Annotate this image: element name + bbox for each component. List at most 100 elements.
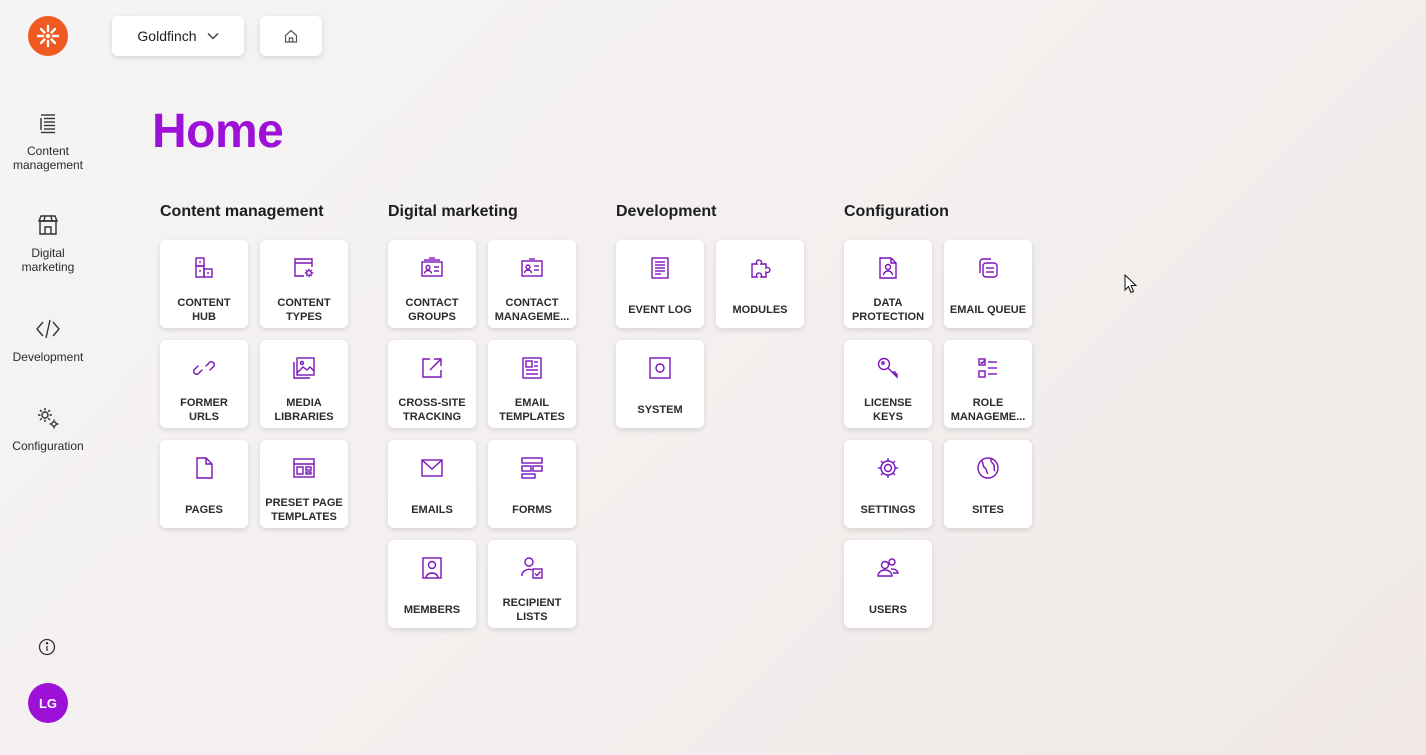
tile-data-protection[interactable]: DATA PROTECTION [844, 240, 932, 328]
tile-cross-site-tracking[interactable]: CROSS-SITE TRACKING [388, 340, 476, 428]
puzzle-icon [751, 259, 771, 278]
sidebar-item-content-management[interactable]: Content management [0, 110, 96, 172]
home-icon [284, 29, 298, 43]
page-icon [196, 457, 213, 479]
tile-event-log[interactable]: EVENT LOG [616, 240, 704, 328]
tile-label: SYSTEM [637, 404, 683, 416]
tile-label: MANAGEME... [494, 311, 570, 323]
tile-contact-groups[interactable]: CONTACT GROUPS [388, 240, 476, 328]
newsletter-icon [522, 357, 542, 379]
tile-label: EMAIL [514, 397, 550, 409]
tile-media-libraries[interactable]: MEDIA LIBRARIES [260, 340, 348, 428]
role-checklist-icon [978, 358, 997, 378]
contact-groups-icon [421, 257, 443, 277]
sidebar-item-development[interactable]: Development [0, 316, 96, 364]
tile-sites[interactable]: SITES [944, 440, 1032, 528]
info-button[interactable] [37, 637, 57, 657]
tile-settings[interactable]: SETTINGS [844, 440, 932, 528]
key-icon [877, 357, 898, 379]
tile-label: CROSS-SITE [398, 397, 466, 409]
tile-email-templates[interactable]: EMAIL TEMPLATES [488, 340, 576, 428]
tile-label: SETTINGS [860, 504, 916, 516]
envelope-icon [421, 459, 443, 477]
section-title: Development [616, 203, 717, 220]
tile-license-keys[interactable]: LICENSE KEYS [844, 340, 932, 428]
sidebar-item-label: Development [12, 350, 84, 364]
section-title: Digital marketing [388, 203, 518, 220]
section-title: Configuration [844, 203, 949, 220]
tile-label: KEYS [873, 411, 903, 423]
tile-preset-page-templates[interactable]: PRESET PAGE TEMPLATES [260, 440, 348, 528]
tile-label: EMAILS [411, 504, 453, 516]
site-selector-dropdown[interactable]: Goldfinch [112, 16, 244, 56]
tile-label: PAGES [185, 504, 223, 516]
tile-forms[interactable]: FORMS [488, 440, 576, 528]
site-selector-value: Goldfinch [137, 28, 197, 44]
tile-label: FORMS [512, 504, 552, 516]
app-root: Content management Digital marketing Dev… [0, 0, 1426, 755]
tile-emails[interactable]: EMAILS [388, 440, 476, 528]
tile-former-urls[interactable]: FORMER URLS [160, 340, 248, 428]
tile-contact-management[interactable]: CONTACT MANAGEME... [488, 240, 576, 328]
tile-label: DATA [873, 297, 903, 309]
tile-members[interactable]: MEMBERS [388, 540, 476, 628]
sidebar-item-configuration[interactable]: Configuration [0, 405, 96, 453]
content-management-icon [40, 114, 55, 134]
tile-label: RECIPIENT [502, 597, 562, 609]
sidebar-item-label: Content management [12, 144, 84, 172]
tile-label: MODULES [732, 304, 788, 316]
tile-label: CONTACT [405, 297, 459, 309]
external-link-icon [422, 358, 442, 378]
system-icon [649, 357, 671, 379]
tile-label: PROTECTION [851, 311, 925, 323]
gear-icon [878, 458, 898, 478]
home-button[interactable] [260, 16, 322, 56]
log-icon [651, 257, 669, 279]
tile-label: FORMER [180, 397, 228, 409]
storefront-icon [37, 215, 59, 235]
section-configuration: Configuration DATA PROTECTION EMAIL QUEUE [844, 202, 1060, 628]
data-protection-icon [879, 257, 897, 279]
info-icon [38, 638, 56, 656]
tile-label: LICENSE [864, 397, 912, 409]
page-title: Home [152, 105, 284, 158]
email-queue-icon [979, 258, 998, 278]
tile-label: CONTACT [505, 297, 559, 309]
code-icon [36, 319, 60, 339]
tile-label: GROUPS [408, 311, 456, 323]
section-title: Content management [160, 203, 324, 220]
tile-role-management[interactable]: ROLE MANAGEME... [944, 340, 1032, 428]
sidebar-item-digital-marketing[interactable]: Digital marketing [0, 212, 96, 274]
contact-card-icon [521, 258, 543, 277]
user-avatar[interactable]: LG [28, 683, 68, 723]
form-icon [521, 457, 543, 479]
link-icon [193, 361, 215, 375]
globe-icon [977, 457, 999, 479]
tile-modules[interactable]: MODULES [716, 240, 804, 328]
member-icon [422, 557, 442, 579]
tile-pages[interactable]: PAGES [160, 440, 248, 528]
section-development: Development EVENT LOG MODULES SYSTEM [616, 202, 832, 428]
section-digital-marketing: Digital marketing CONTACT GROUPS CONTACT M… [388, 202, 604, 628]
kentico-logo-icon [36, 24, 60, 48]
gears-icon [38, 408, 59, 429]
tile-label: SITES [972, 504, 1004, 516]
tile-recipient-lists[interactable]: RECIPIENT LISTS [488, 540, 576, 628]
tile-label: LIBRARIES [274, 411, 334, 423]
tile-label: ROLE [972, 397, 1004, 409]
sidebar: Content management Digital marketing Dev… [0, 0, 96, 755]
tile-label: MEDIA [286, 397, 322, 409]
app-logo[interactable] [28, 16, 68, 56]
tile-users[interactable]: USERS [844, 540, 932, 628]
users-icon [877, 558, 899, 577]
tile-content-types[interactable]: CONTENT TYPES [260, 240, 348, 328]
tile-label: CONTENT [277, 297, 331, 309]
mouse-cursor-icon [1124, 274, 1138, 294]
tile-email-queue[interactable]: EMAIL QUEUE [944, 240, 1032, 328]
tile-label: LISTS [516, 611, 548, 623]
tile-label: TRACKING [402, 411, 462, 423]
tile-content-hub[interactable]: CONTENT HUB [160, 240, 248, 328]
tile-label: CONTENT [177, 297, 231, 309]
chevron-down-icon [207, 33, 219, 40]
tile-system[interactable]: SYSTEM [616, 340, 704, 428]
